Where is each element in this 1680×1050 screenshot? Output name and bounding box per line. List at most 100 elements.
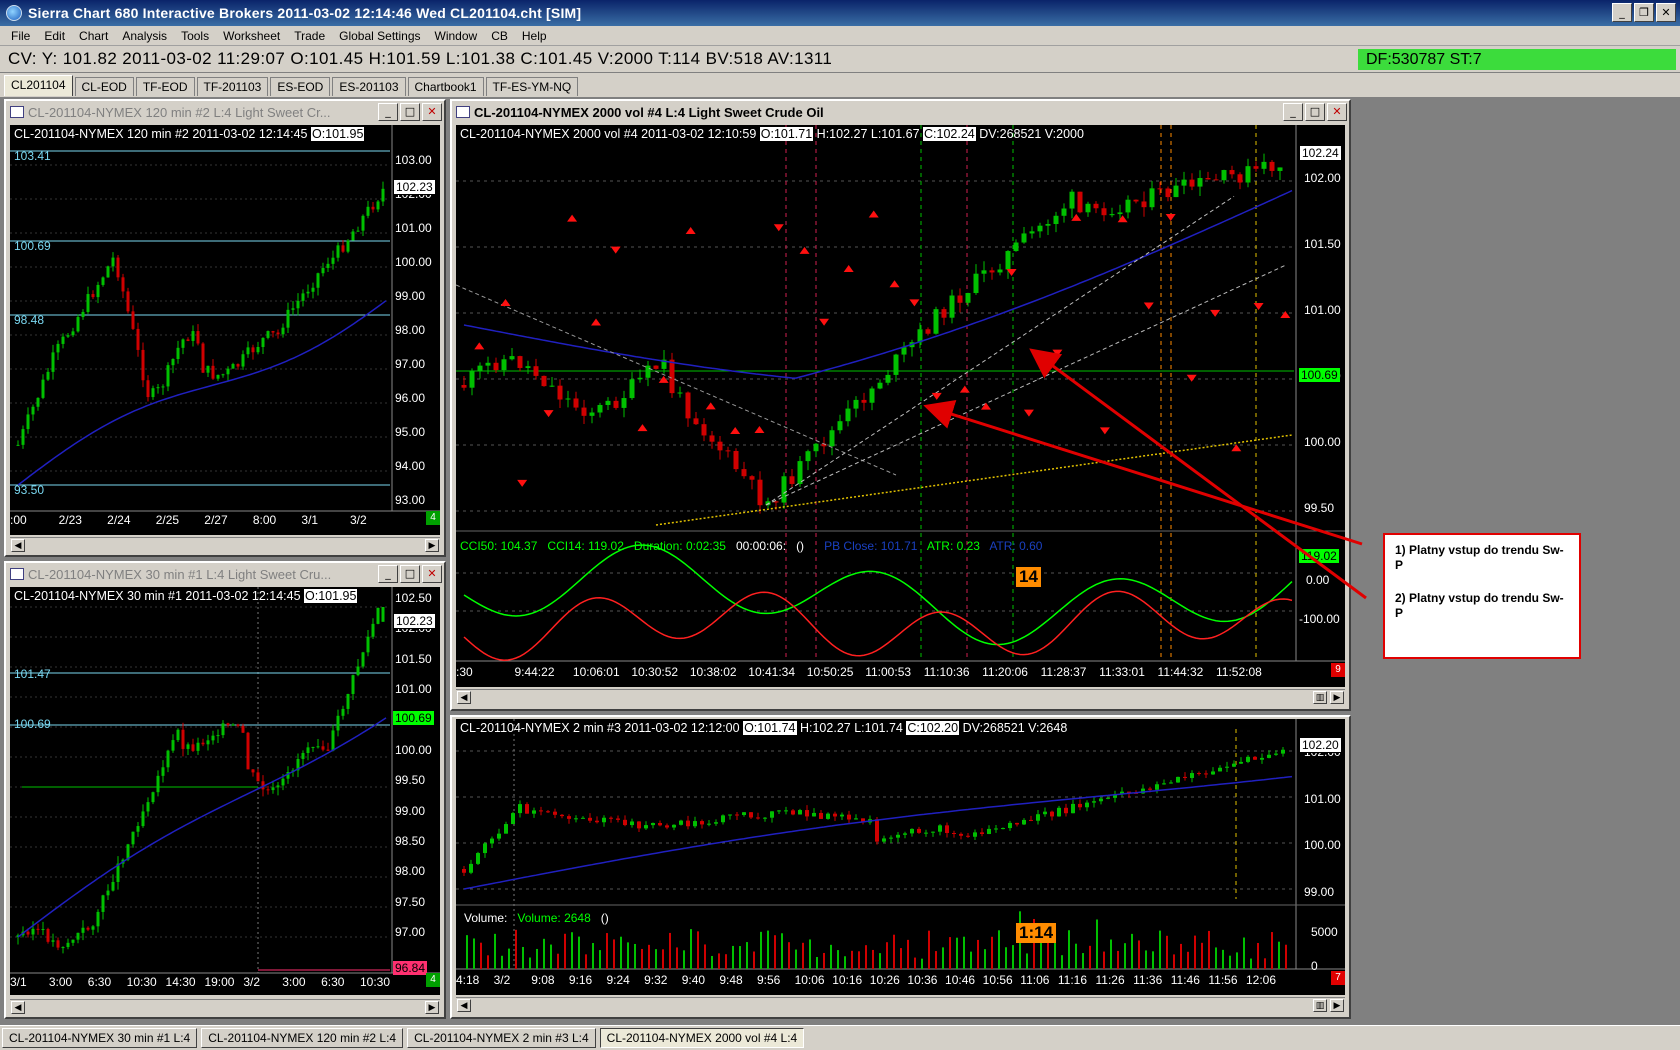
tab-tf-201103[interactable]: TF-201103 [196,77,269,96]
chart-window-120min[interactable]: CL-201104-NYMEX 120 min #2 L:4 Light Swe… [4,99,446,557]
candle-body [1053,215,1059,225]
time-axis-label: 9:24 [606,973,630,987]
volume-bar [1180,943,1182,969]
candle-body [973,273,979,294]
menu-chart[interactable]: Chart [72,29,115,43]
tab-tf-eod[interactable]: TF-EOD [135,77,195,96]
chart-horizontal-scrollbar[interactable]: ◀ ▶ [10,537,440,553]
chart-window-titlebar[interactable]: CL-201104-NYMEX 120 min #2 L:4 Light Swe… [6,101,444,123]
chart-window-title: CL-201104-NYMEX 120 min #2 L:4 Light Swe… [28,104,331,120]
candle-body [931,831,935,833]
volume-bar [837,950,839,969]
volume-bar [1138,940,1140,969]
menu-global-settings[interactable]: Global Settings [332,29,427,43]
volume-bar [1054,941,1056,969]
chart-minimize-button[interactable]: _ [1283,103,1303,121]
taskbar-item-2000vol[interactable]: CL-201104-NYMEX 2000 vol #4 L:4 [599,1028,805,1048]
chart-window-2min[interactable]: CL-201104-NYMEX 2 min #3 2011-03-02 12:1… [450,715,1351,1019]
chart-minimize-button[interactable]: _ [378,565,398,583]
chart-window-titlebar[interactable]: CL-201104-NYMEX 30 min #1 L:4 Light Swee… [6,563,444,585]
chart-horizontal-scrollbar[interactable]: ◀ ▶ [10,999,440,1015]
chart-plot-2min[interactable]: CL-201104-NYMEX 2 min #3 2011-03-02 12:1… [456,719,1345,995]
volume-bar [1124,943,1126,969]
red-price-label: 96.84 [393,961,428,975]
menu-edit[interactable]: Edit [37,29,72,43]
chart-window-titlebar[interactable]: CL-201104-NYMEX 2000 vol #4 L:4 Light Sw… [452,101,1349,123]
scroll-left-icon[interactable]: ◀ [457,691,471,704]
chart-maximize-button[interactable]: □ [400,103,420,121]
chart-plot-2000vol[interactable]: CL-201104-NYMEX 2000 vol #4 2011-03-02 1… [456,125,1345,687]
candle-body [621,398,627,408]
chart-close-button[interactable]: ✕ [1327,103,1347,121]
volume-bar [788,942,790,969]
chart-plot-30min[interactable]: CL-201104-NYMEX 30 min #1 2011-03-02 12:… [10,587,440,995]
chart-maximize-button[interactable]: □ [400,565,420,583]
scroll-right-icon[interactable]: ▶ [425,539,439,552]
candle-body [46,929,50,942]
volume-bar [536,948,538,969]
volume-bar [585,954,587,969]
volume-bar [921,958,923,969]
chart-minimize-button[interactable]: _ [378,103,398,121]
time-axis-label: 19:00 [204,975,235,989]
price-axis-label: 98.50 [395,833,426,848]
minimize-button[interactable]: _ [1612,3,1632,22]
chart-window-2000vol[interactable]: CL-201104-NYMEX 2000 vol #4 L:4 Light Sw… [450,99,1351,711]
chart-plot-120min[interactable]: CL-201104-NYMEX 120 min #2 2011-03-02 12… [10,125,440,535]
volume-bar [1236,952,1238,969]
menu-window[interactable]: Window [428,29,485,43]
chart-horizontal-scrollbar[interactable]: ◀ ▥ ▶ [456,997,1345,1013]
chart-horizontal-scrollbar[interactable]: ◀ ▥ ▶ [456,689,1345,705]
candle-body [206,740,210,745]
close-button[interactable]: ✕ [1656,3,1676,22]
taskbar-item-30min[interactable]: CL-201104-NYMEX 30 min #1 L:4 [2,1028,198,1048]
cci-axis-label: -100.00 [1299,612,1340,626]
scroll-zoom-icon[interactable]: ▥ [1313,691,1327,704]
scroll-right-icon[interactable]: ▶ [1330,999,1344,1012]
scroll-left-icon[interactable]: ◀ [11,1001,25,1014]
signal-arrow [610,246,621,254]
tab-tf-es-ym-nq[interactable]: TF-ES-YM-NQ [485,77,579,96]
tab-es-eod[interactable]: ES-EOD [270,77,331,96]
chart-maximize-button[interactable]: □ [1305,103,1325,121]
chart-close-button[interactable]: ✕ [422,103,442,121]
scroll-left-icon[interactable]: ◀ [457,999,471,1012]
time-axis-label: 3/2 [350,513,367,527]
menu-trade[interactable]: Trade [287,29,332,43]
scroll-right-icon[interactable]: ▶ [425,1001,439,1014]
menu-analysis[interactable]: Analysis [115,29,174,43]
chart-window-30min[interactable]: CL-201104-NYMEX 30 min #1 L:4 Light Swee… [4,561,446,1019]
candle-body [381,607,385,622]
taskbar-item-2min[interactable]: CL-201104-NYMEX 2 min #3 L:4 [407,1028,596,1048]
candle-body [281,778,285,786]
candle-body [757,479,763,506]
restore-button[interactable]: ❐ [1634,3,1654,22]
time-axis-label: 10:36 [907,973,938,987]
cci14-label: CCI14: 119.02 [547,539,624,553]
candle-body [91,926,95,930]
candle-body [1029,819,1033,821]
tab-cl-eod[interactable]: CL-EOD [74,77,134,96]
candle-body [1029,231,1035,234]
tab-es-201103[interactable]: ES-201103 [332,77,406,96]
menu-cb[interactable]: CB [484,29,515,43]
candle-body [181,729,185,749]
time-axis-label: 3/1 [301,513,319,527]
taskbar-item-120min[interactable]: CL-201104-NYMEX 120 min #2 L:4 [201,1028,404,1048]
candle-body [111,257,115,267]
menu-help[interactable]: Help [515,29,554,43]
tab-cl201104[interactable]: CL201104 [4,75,73,96]
tab-chartbook1[interactable]: Chartbook1 [407,77,484,96]
menu-tools[interactable]: Tools [174,29,216,43]
cci-axis-label: 0.00 [1306,573,1330,587]
scroll-zoom-icon[interactable]: ▥ [1313,999,1327,1012]
chart-close-button[interactable]: ✕ [422,565,442,583]
signal-arrow [868,210,879,218]
menu-worksheet[interactable]: Worksheet [216,29,287,43]
candle-body [366,206,370,216]
menu-file[interactable]: File [4,29,37,43]
scroll-right-icon[interactable]: ▶ [1330,691,1344,704]
candle-body [316,746,320,748]
scroll-left-icon[interactable]: ◀ [11,539,25,552]
close-price-box: C:102.24 [923,127,976,141]
